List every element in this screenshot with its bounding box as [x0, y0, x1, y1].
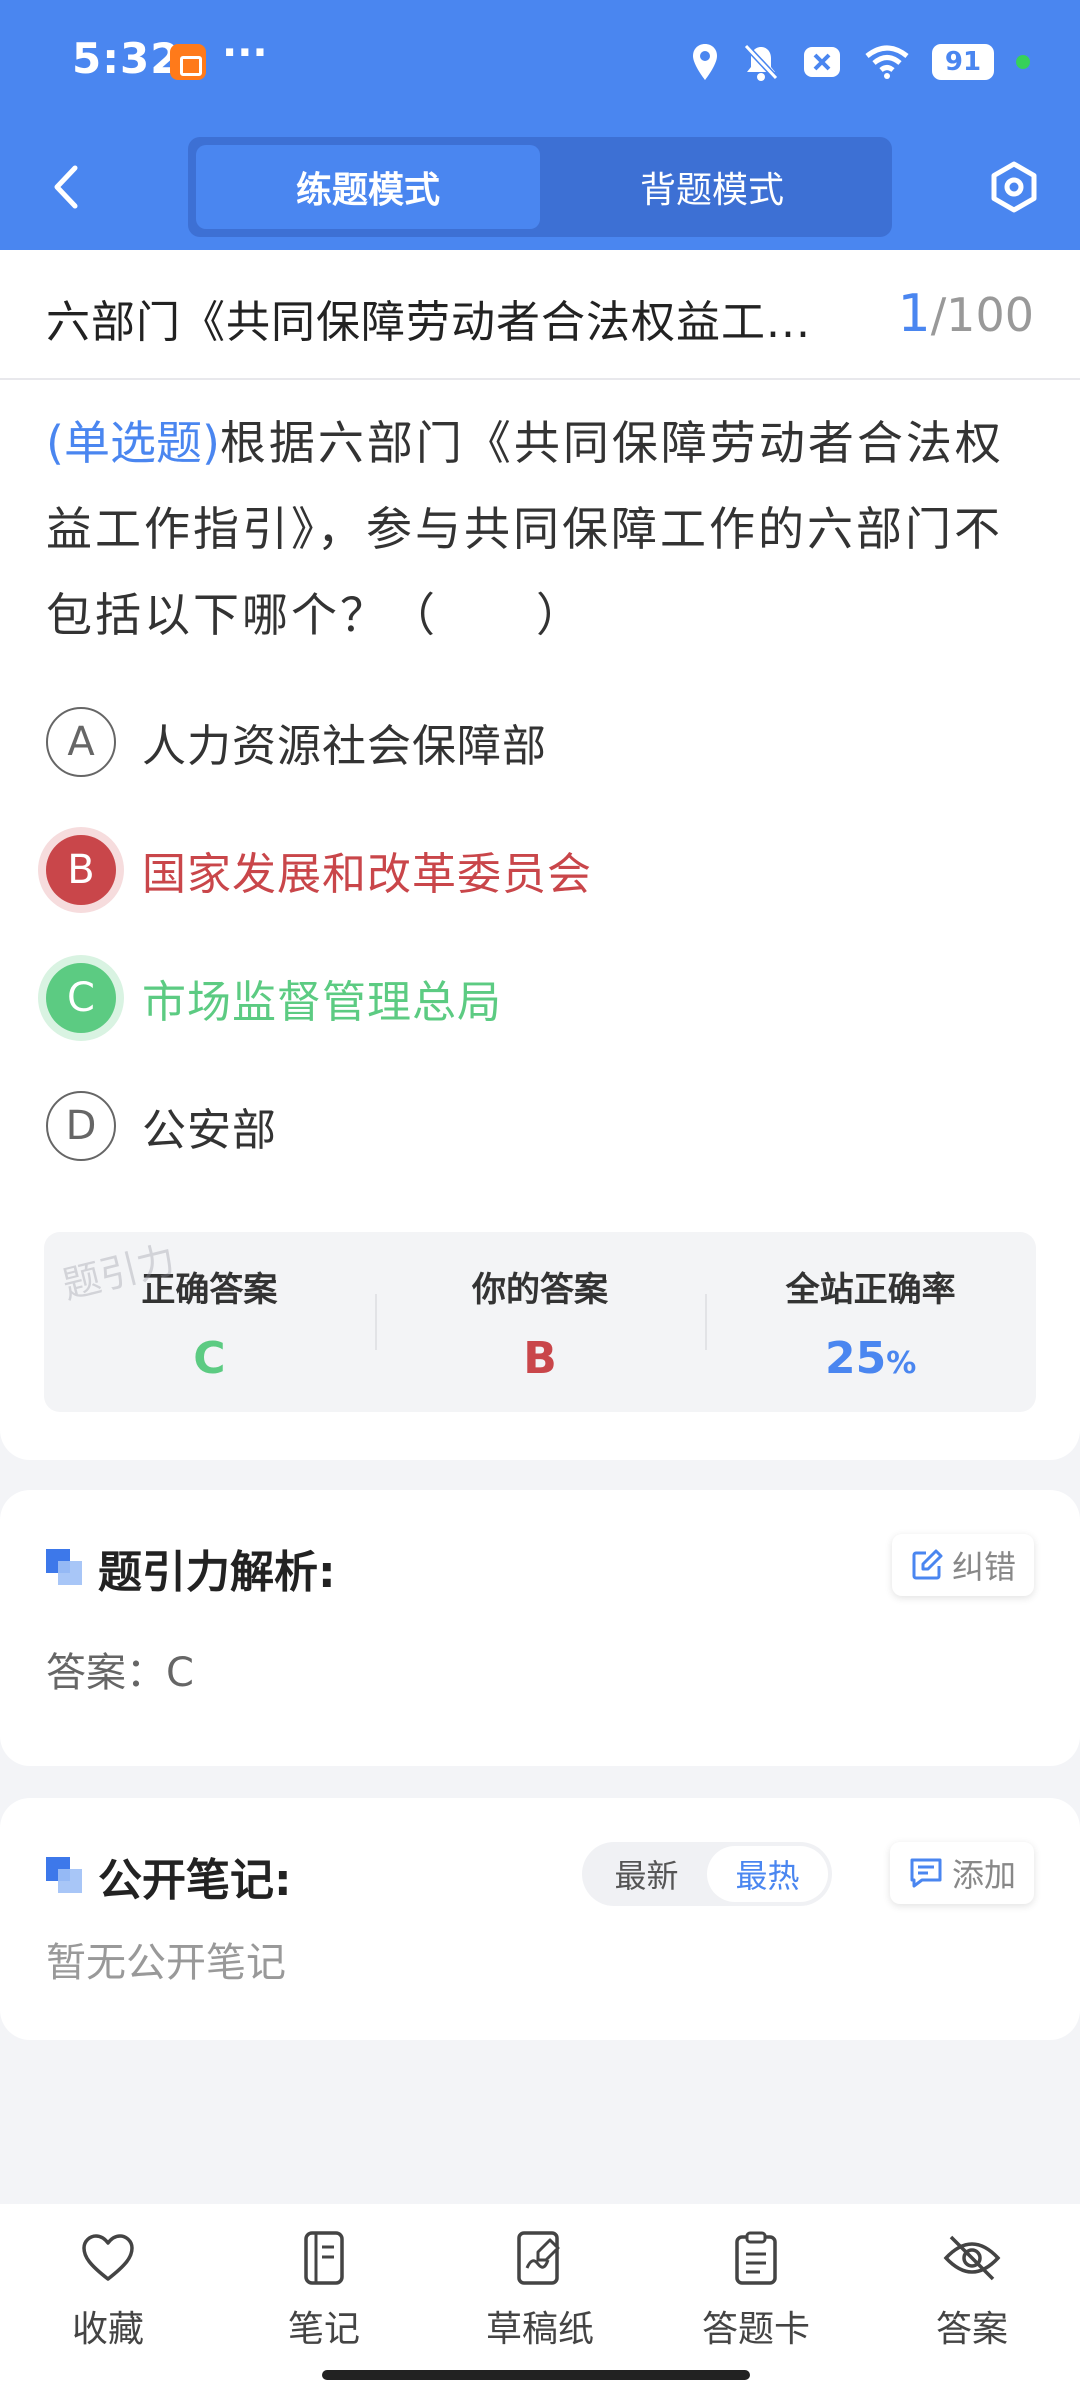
eye-off-icon: [942, 2228, 1002, 2288]
scratch-paper-label: 草稿纸: [485, 2309, 594, 2350]
option-letter: C: [46, 963, 116, 1033]
chevron-left-icon: [54, 165, 78, 209]
option-a[interactable]: A 人力资源社会保障部: [46, 702, 1026, 782]
location-icon: [693, 44, 717, 80]
your-answer-value: B: [523, 1333, 557, 1384]
answer-summary: 正确答案 C 你的答案 B 全站正确率 25%: [44, 1232, 1036, 1412]
accuracy-rate-number: 25: [825, 1333, 887, 1384]
edit-icon: [912, 1549, 943, 1580]
analysis-title: 题引力解析:: [98, 1547, 336, 1598]
empty-notes-message: 暂无公开笔记: [46, 1940, 286, 1986]
section-squares-icon: [46, 1549, 84, 1587]
option-letter: A: [46, 707, 116, 777]
heart-icon: [78, 2228, 138, 2288]
option-c[interactable]: C 市场监督管理总局: [46, 958, 1026, 1038]
notes-sort-toggle: 最新 最热: [582, 1842, 832, 1906]
favorite-button[interactable]: 收藏: [0, 2204, 216, 2400]
add-note-label: 添加: [951, 1856, 1016, 1894]
wifi-icon: [865, 45, 909, 79]
question-stem: (单选题)根据六部门《共同保障劳动者合法权益工作指引》，参与共同保障工作的六部门…: [46, 400, 1036, 658]
charging-dot: [1016, 55, 1030, 69]
hide-answer-label: 答案: [935, 2309, 1008, 2350]
notes-heading: 公开笔记:: [46, 1844, 292, 1908]
sort-hottest[interactable]: 最热: [707, 1846, 828, 1902]
question-card: 六部门《共同保障劳动者合法权益工... 1/100 (单选题)根据六部门《共同保…: [0, 250, 1080, 1460]
public-notes-card: 公开笔记: 最新 最热 添加 暂无公开笔记: [0, 1798, 1080, 2040]
tab-memorize-mode[interactable]: 背题模式: [540, 145, 884, 229]
option-text: 市场监督管理总局: [142, 977, 502, 1028]
question-counter[interactable]: 1/100: [898, 284, 1034, 344]
hide-answer-button[interactable]: 答案: [864, 2204, 1080, 2400]
section-squares-icon: [46, 1857, 84, 1895]
draft-paper-icon: [510, 2228, 570, 2288]
accuracy-rate-label: 全站正确率: [785, 1270, 956, 1310]
battery-indicator: 91: [932, 44, 994, 80]
option-text: 国家发展和改革委员会: [142, 849, 592, 900]
shopping-bag-icon: [170, 44, 206, 80]
sort-newest[interactable]: 最新: [586, 1846, 707, 1902]
accuracy-rate-unit: %: [886, 1346, 917, 1381]
report-error-label: 纠错: [951, 1548, 1016, 1586]
option-text: 公安部: [142, 1105, 277, 1156]
mode-switch: 练题模式 背题模式: [188, 137, 892, 237]
notes-label: 笔记: [287, 2309, 360, 2350]
status-bar: 5:32 ··· 91: [0, 0, 1080, 125]
question-header: 六部门《共同保障劳动者合法权益工... 1/100: [0, 250, 1080, 380]
more-notifications: ···: [222, 30, 268, 76]
exam-title: 六部门《共同保障劳动者合法权益工...: [46, 297, 811, 348]
option-letter: B: [46, 835, 116, 905]
status-icons: 91: [690, 40, 1030, 84]
accuracy-rate-block: 全站正确率 25%: [705, 1232, 1036, 1412]
tab-practice-mode[interactable]: 练题模式: [196, 145, 540, 229]
settings-button[interactable]: [984, 157, 1044, 217]
favorite-label: 收藏: [71, 2309, 144, 2350]
analysis-heading: 题引力解析:: [46, 1536, 336, 1600]
answer-card-icon: [726, 2228, 786, 2288]
analysis-card: 题引力解析: 纠错 答案：C: [0, 1490, 1080, 1766]
nav-bar: 练题模式 背题模式: [0, 125, 1080, 250]
option-letter: D: [46, 1091, 116, 1161]
status-time: 5:32: [72, 34, 181, 83]
option-d[interactable]: D 公安部: [46, 1086, 1026, 1166]
comment-add-icon: [910, 1858, 942, 1888]
report-error-button[interactable]: 纠错: [891, 1534, 1034, 1596]
bell-off-icon: [743, 43, 779, 81]
top-bar: 5:32 ··· 91 练题模式 背题模式: [0, 0, 1080, 250]
settings-hexagon-icon: [991, 161, 1037, 213]
home-indicator[interactable]: [322, 2370, 750, 2380]
accuracy-rate-value: 25%: [825, 1333, 916, 1384]
sim-blocked-icon: [804, 47, 840, 77]
add-note-button[interactable]: 添加: [889, 1842, 1034, 1904]
total-questions: /100: [930, 288, 1034, 342]
correct-answer-value: C: [193, 1333, 226, 1384]
analysis-answer: 答案：C: [46, 1650, 194, 1696]
your-answer-label: 你的答案: [472, 1270, 608, 1310]
notes-title: 公开笔记:: [98, 1855, 292, 1906]
your-answer-block: 你的答案 B: [374, 1232, 706, 1412]
option-text: 人力资源社会保障部: [142, 721, 547, 772]
notebook-icon: [294, 2228, 354, 2288]
current-question-number: 1: [897, 284, 931, 344]
back-button[interactable]: [40, 157, 92, 217]
question-type: (单选题): [46, 416, 220, 470]
answer-card-label: 答题卡: [701, 2309, 810, 2350]
option-b[interactable]: B 国家发展和改革委员会: [46, 830, 1026, 910]
